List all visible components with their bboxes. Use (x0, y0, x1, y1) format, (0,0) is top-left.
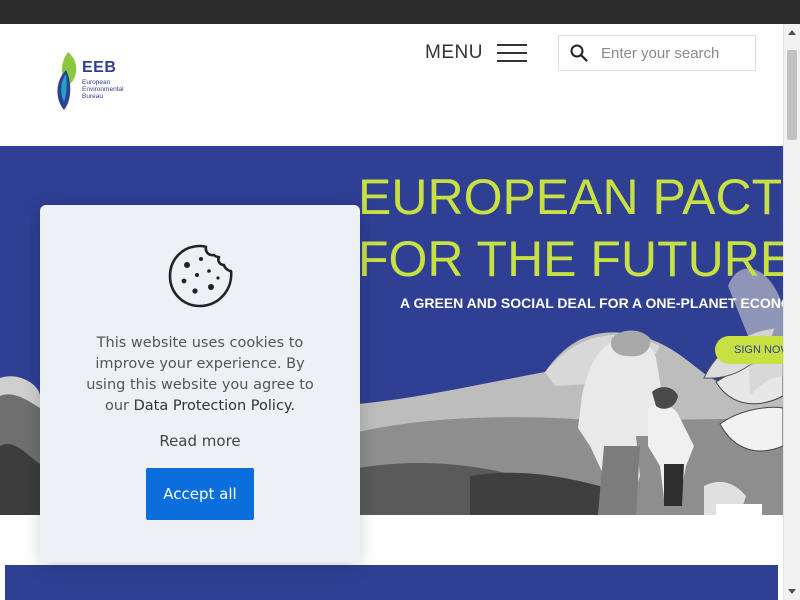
hero-title-line-1: EUROPEAN PACT (358, 169, 783, 225)
read-more-link[interactable]: Read more (40, 432, 360, 450)
data-protection-policy-link[interactable]: Data Protection Policy. (134, 398, 295, 414)
leaf-logo-icon (57, 52, 77, 110)
search-icon[interactable] (570, 44, 588, 62)
sign-now-button[interactable]: SIGN NOW (715, 336, 783, 364)
accept-all-button[interactable]: Accept all (146, 468, 254, 520)
logo-line-2: Environmental (82, 86, 124, 93)
cookie-icon (168, 244, 233, 308)
cookie-message: This website uses cookies to improve you… (78, 333, 322, 417)
blue-section-strip (5, 565, 778, 600)
page-scrollbar[interactable] (783, 24, 800, 600)
logo-line-3: Bureau (82, 93, 103, 100)
scrollbar-thumb[interactable] (787, 50, 797, 140)
logo-line-1: European (82, 79, 111, 86)
hero-subtitle: A GREEN AND SOCIAL DEAL FOR A ONE-PLANET… (400, 295, 783, 311)
search-input[interactable] (599, 43, 743, 63)
scroll-up-arrow-icon[interactable] (788, 30, 796, 35)
hamburger-icon (496, 42, 527, 64)
cookie-consent-dialog: This website uses cookies to improve you… (40, 205, 360, 562)
site-header: EEB European Environmental Bureau MENU (0, 24, 783, 146)
hero-title-line-2: FOR THE FUTURE (358, 231, 783, 287)
menu-label: MENU (425, 42, 483, 63)
scroll-down-arrow-icon[interactable] (788, 589, 796, 594)
eeb-logo[interactable]: EEB European Environmental Bureau (54, 50, 144, 112)
menu-button[interactable]: MENU (425, 42, 527, 64)
hero-title: EUROPEAN PACT FOR THE FUTURE (358, 166, 783, 290)
logo-wordmark: EEB European Environmental Bureau (82, 59, 124, 101)
browser-top-bar (0, 0, 800, 24)
search-box (558, 35, 756, 71)
logo-abbr: EEB (82, 59, 117, 76)
